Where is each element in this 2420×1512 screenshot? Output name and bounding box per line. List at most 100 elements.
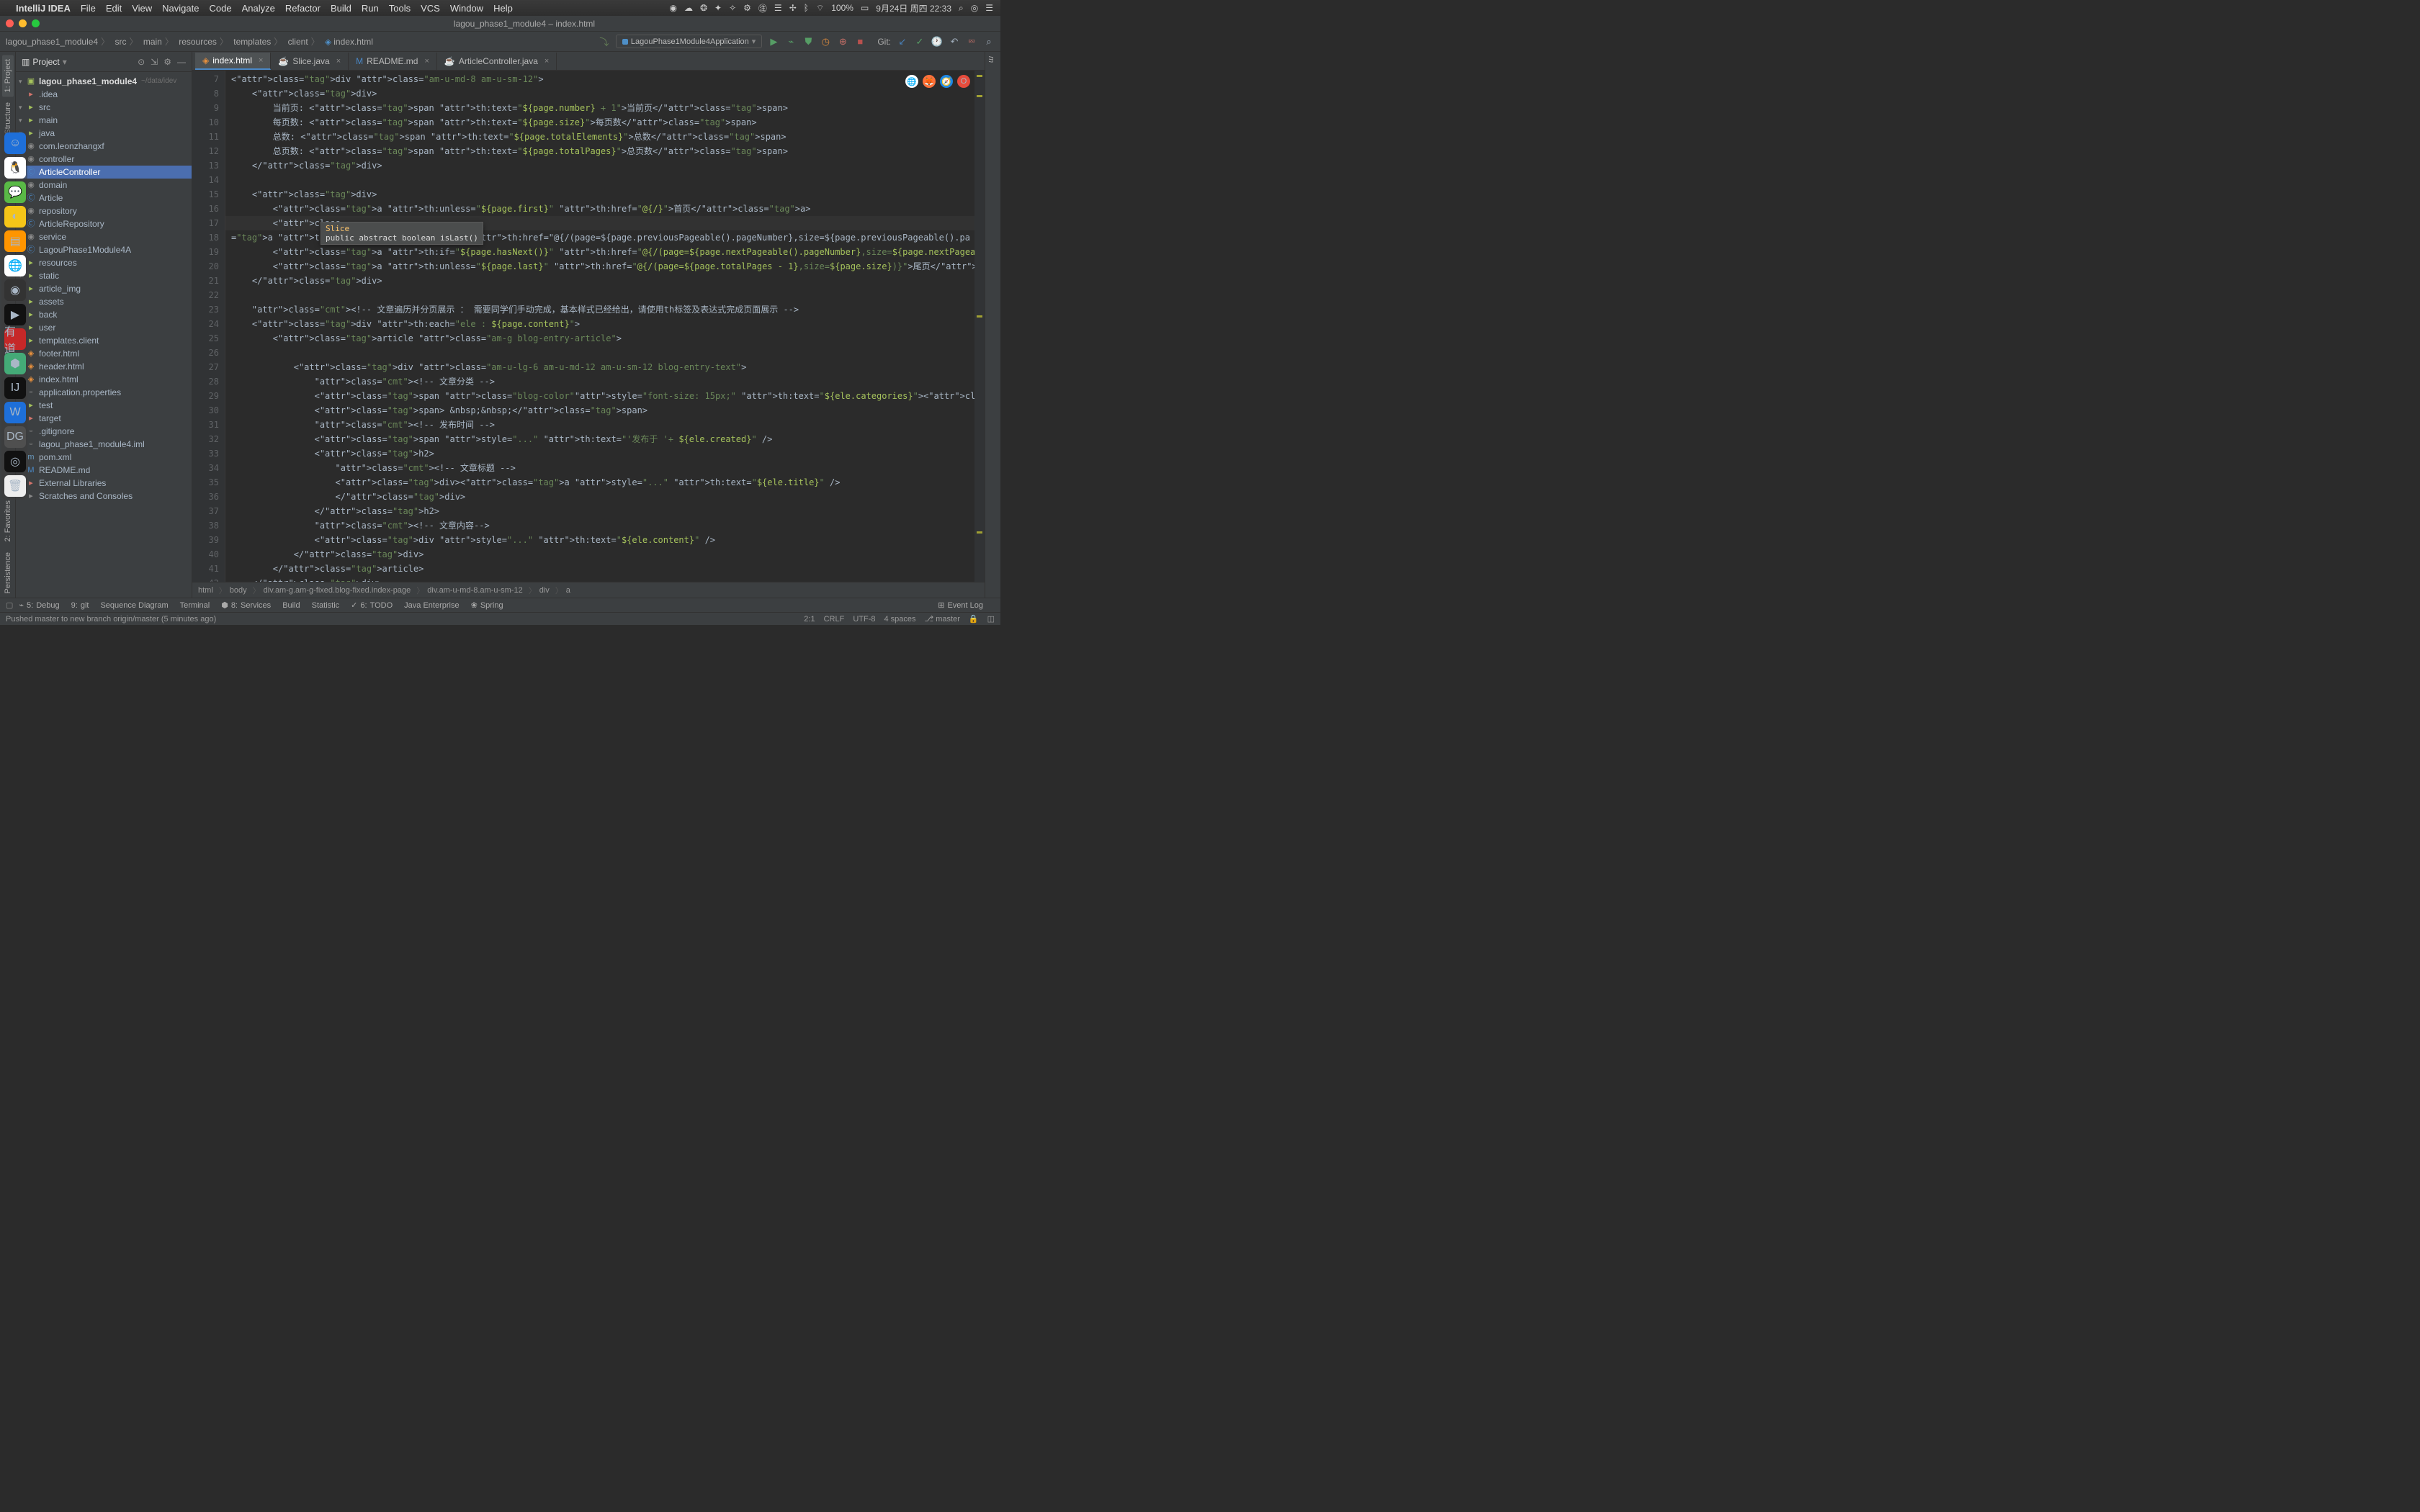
menu-view[interactable]: View — [132, 3, 152, 14]
menu-code[interactable]: Code — [209, 3, 231, 14]
datagrip-icon[interactable]: DG — [4, 426, 26, 448]
attach-icon[interactable]: ⊕ — [837, 36, 848, 48]
line-separator[interactable]: CRLF — [824, 615, 845, 624]
tree-node[interactable]: ▸target — [16, 412, 192, 425]
spotlight-icon[interactable]: ⌕ — [959, 3, 964, 14]
show-toolwindows-icon[interactable]: ▢ — [6, 600, 13, 610]
vcs-revert-icon[interactable]: ↶ — [949, 36, 960, 48]
tool-sequence[interactable]: Sequence Diagram — [100, 601, 168, 610]
project-title[interactable]: Project — [32, 57, 59, 67]
chrome-icon[interactable]: 🌐 — [905, 75, 918, 88]
tree-node[interactable]: MREADME.md — [16, 464, 192, 477]
firefox-icon[interactable]: 🦊 — [923, 75, 936, 88]
tray-icon-5[interactable]: ㊟ — [758, 2, 767, 14]
finder-icon[interactable]: ☺ — [4, 132, 26, 154]
line-numbers[interactable]: 7891011121314151617181920212223242526272… — [192, 71, 225, 582]
word-icon[interactable]: W — [4, 402, 26, 423]
close-icon[interactable]: × — [544, 57, 549, 66]
crumb-root[interactable]: lagou_phase1_module4 — [6, 37, 98, 47]
close-icon[interactable]: × — [336, 57, 341, 66]
breadcrumb[interactable]: lagou_phase1_module4〉 src〉 main〉 resourc… — [6, 35, 373, 48]
tree-node[interactable]: ▾◉repository — [16, 204, 192, 217]
tree-node[interactable]: ▸user — [16, 321, 192, 334]
tree-node[interactable]: ⒸLagouPhase1Module4A — [16, 243, 192, 256]
trash-icon[interactable]: 🗑 — [4, 475, 26, 497]
lock-icon[interactable]: 🔒 — [969, 614, 979, 624]
app-name[interactable]: IntelliJ IDEA — [16, 3, 71, 14]
tree-node[interactable]: ▾▸main — [16, 114, 192, 127]
tree-node[interactable]: ▾▸templates.client — [16, 334, 192, 347]
profile-icon[interactable]: ◷ — [820, 36, 831, 48]
git-branch[interactable]: ⎇ master — [925, 614, 960, 624]
tree-node[interactable]: ▸Scratches and Consoles — [16, 490, 192, 503]
tree-node[interactable]: ▾◉service — [16, 230, 192, 243]
run-icon[interactable]: ▶ — [768, 36, 779, 48]
tray-icon-4[interactable]: ⚙ — [743, 3, 751, 13]
tray-icon-2[interactable]: ✦ — [714, 3, 722, 13]
tree-node[interactable]: ⒸArticle — [16, 192, 192, 204]
tree-node[interactable]: ▾▸resources — [16, 256, 192, 269]
close-icon[interactable]: × — [424, 57, 429, 66]
tree-node[interactable]: ▸test — [16, 399, 192, 412]
tree-node[interactable]: ▾◉com.leonzhangxf — [16, 140, 192, 153]
close-icon[interactable]: × — [259, 56, 263, 65]
maximize-window-icon[interactable] — [32, 19, 40, 27]
chrome-app-icon[interactable]: 🌐 — [4, 255, 26, 276]
maven-tab[interactable]: m — [985, 52, 997, 67]
menu-tools[interactable]: Tools — [389, 3, 411, 14]
app-icon-2[interactable]: ⬢ — [4, 353, 26, 374]
close-window-icon[interactable] — [6, 19, 14, 27]
tray-icon-6[interactable]: ☰ — [774, 3, 782, 13]
tool-spring[interactable]: ❀ Spring — [471, 600, 503, 610]
battery-icon[interactable]: ▭ — [861, 3, 869, 13]
tray-icon[interactable]: ☁ — [684, 3, 693, 13]
tree-root[interactable]: ▾▣ lagou_phase1_module4 ~/data/idev — [16, 75, 192, 88]
tab-index-html[interactable]: ◈index.html× — [195, 53, 271, 70]
error-stripe[interactable] — [974, 71, 985, 582]
vcs-history-icon[interactable]: 🕐 — [931, 36, 943, 48]
left-tab-favorites[interactable]: 2: Favorites — [2, 496, 14, 546]
tree-node[interactable]: ▫application.properties — [16, 386, 192, 399]
select-opened-file-icon[interactable]: ⊙ — [138, 57, 145, 67]
app-icon-3[interactable]: ◎ — [4, 451, 26, 472]
menu-window[interactable]: Window — [450, 3, 483, 14]
menu-file[interactable]: File — [81, 3, 96, 14]
debug-icon[interactable]: ⌁ — [785, 36, 797, 48]
tree-node[interactable]: ▸.idea — [16, 88, 192, 101]
safari-icon[interactable]: 🧭 — [940, 75, 953, 88]
tool-git[interactable]: 9:git — [71, 601, 89, 610]
tree-node[interactable]: ▸article_img — [16, 282, 192, 295]
tree-node[interactable]: ▫lagou_phase1_module4.iml — [16, 438, 192, 451]
sublime-icon[interactable]: ▤ — [4, 230, 26, 252]
tray-icon-3[interactable]: ✧ — [729, 3, 736, 13]
qq-icon[interactable]: 🐧 — [4, 157, 26, 179]
tree-node[interactable]: ▾▸src — [16, 101, 192, 114]
left-tab-project[interactable]: 1: Project — [2, 55, 14, 96]
tab-article-controller[interactable]: ☕ArticleController.java× — [437, 53, 557, 70]
control-center-icon[interactable]: ☰ — [985, 3, 993, 13]
tool-todo[interactable]: ✓ 6:TODO — [351, 600, 393, 610]
expand-all-icon[interactable]: ⇲ — [151, 57, 158, 67]
tree-node[interactable]: ⒸArticleRepository — [16, 217, 192, 230]
menu-run[interactable]: Run — [362, 3, 379, 14]
search-icon[interactable]: ⌕ — [983, 36, 995, 48]
obs-icon[interactable]: ◉ — [669, 3, 676, 13]
caret-position[interactable]: 2:1 — [804, 615, 815, 624]
menu-analyze[interactable]: Analyze — [242, 3, 275, 14]
tool-build[interactable]: Build — [282, 601, 300, 610]
left-tab-persistence[interactable]: Persistence — [2, 548, 14, 598]
bluetooth-icon[interactable]: ᛒ — [804, 3, 809, 13]
youdao-icon[interactable]: 有道 — [4, 328, 26, 350]
tree-node[interactable]: ◈header.html — [16, 360, 192, 373]
intellij-icon[interactable]: IJ — [4, 377, 26, 399]
memory-icon[interactable]: ◫ — [987, 614, 995, 624]
tool-services[interactable]: ⬢ 8:Services — [221, 600, 271, 610]
tree-node[interactable]: ▸back — [16, 308, 192, 321]
hide-icon[interactable]: — — [177, 57, 186, 67]
rocket-icon[interactable]: ⮹ — [966, 36, 977, 48]
tool-debug[interactable]: ⌁ 5:Debug — [19, 600, 59, 610]
vcs-update-icon[interactable]: ↙ — [897, 36, 908, 48]
menu-navigate[interactable]: Navigate — [162, 3, 199, 14]
tool-javaee[interactable]: Java Enterprise — [404, 601, 459, 610]
project-tree[interactable]: ▾▣ lagou_phase1_module4 ~/data/idev ▸.id… — [16, 72, 192, 598]
